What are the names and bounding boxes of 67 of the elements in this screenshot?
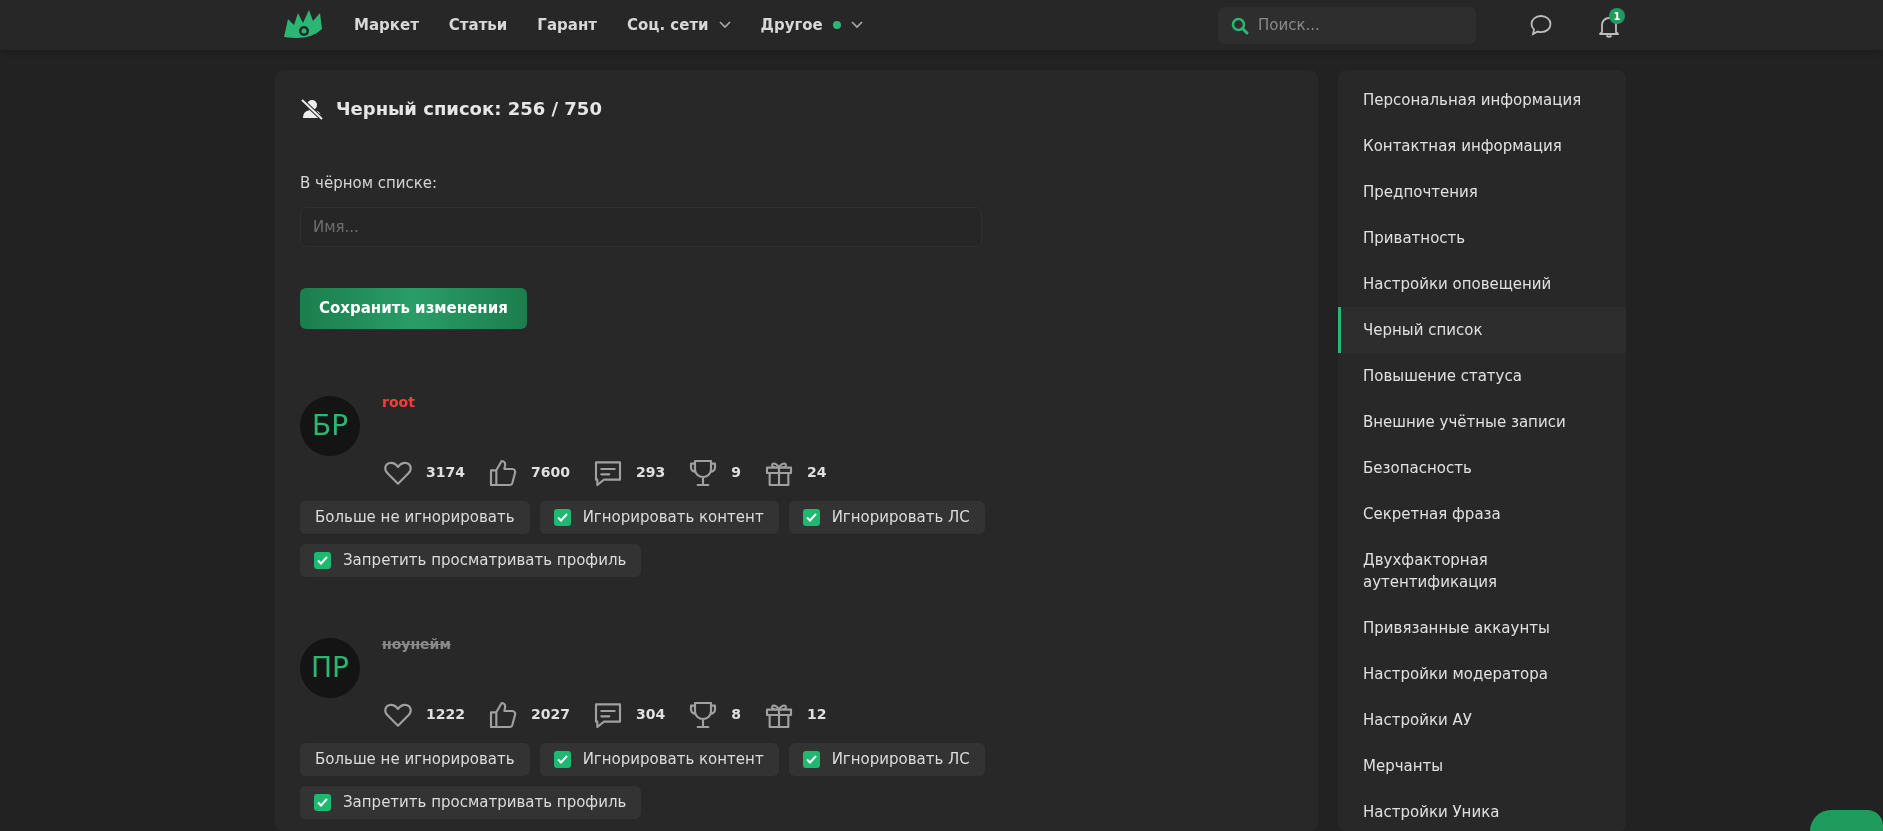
sidebar-item[interactable]: Настройки оповещений (1338, 261, 1626, 307)
sidebar-item[interactable]: Черный список (1338, 307, 1626, 353)
sidebar-item[interactable]: Привязанные аккаунты (1338, 605, 1626, 651)
unignore-button[interactable]: Больше не игнорировать (300, 500, 530, 534)
checkbox-option[interactable]: Игнорировать контент (539, 742, 779, 776)
unignore-button[interactable]: Больше не игнорировать (300, 742, 530, 776)
notification-count: 1 (1609, 8, 1625, 24)
nav-link[interactable]: Гарант (537, 13, 597, 37)
stat-count: 7600 (530, 463, 570, 482)
sidebar-item[interactable]: Внешние учётные записи (1338, 399, 1626, 445)
stat-count: 293 (635, 463, 666, 482)
sidebar-item[interactable]: Контактная информация (1338, 123, 1626, 169)
check-icon (317, 555, 328, 565)
user-blocked-icon (300, 97, 324, 120)
checkbox[interactable] (553, 508, 571, 526)
sidebar-item[interactable]: Двухфакторная аутентификация (1338, 537, 1626, 605)
chat-bubble-icon[interactable] (1529, 14, 1553, 36)
name-input-field[interactable]: Имя... (300, 206, 982, 247)
nav-link[interactable]: Статьи (448, 13, 508, 37)
nav-dropdown[interactable]: Другое (760, 13, 863, 37)
checkbox-option[interactable]: Запретить просматривать профиль (300, 543, 642, 577)
checkbox[interactable] (314, 551, 331, 569)
sidebar-item[interactable]: Настройки АУ (1338, 697, 1626, 743)
chevron-down-icon (718, 21, 731, 29)
search-icon (1231, 16, 1249, 35)
nav-dropdown[interactable]: Соц. сети (626, 13, 731, 37)
chevron-down-icon (850, 21, 863, 29)
sidebar-item[interactable]: Повышение статуса (1338, 353, 1626, 399)
avatar[interactable]: БР (300, 395, 360, 456)
stat-count: 304 (635, 705, 666, 724)
sidebar-item[interactable]: Настройки Уника (1338, 789, 1626, 831)
nav-link[interactable]: Маркет (354, 13, 419, 37)
save-changes-button[interactable]: Сохранить изменения (300, 287, 527, 329)
panel-title: Черный список: 256 / 750 (336, 97, 602, 121)
search-field[interactable]: Поиск... (1218, 6, 1476, 44)
stat-count: 9 (731, 463, 741, 482)
check-icon (556, 754, 568, 764)
sidebar-item[interactable]: Предпочтения (1338, 169, 1626, 215)
checkbox[interactable] (553, 750, 571, 768)
stat-count: 3174 (426, 463, 465, 482)
sidebar-item[interactable]: Секретная фраза (1338, 491, 1626, 537)
check-icon (805, 754, 817, 764)
avatar[interactable]: ПР (300, 637, 360, 698)
stat-count: 8 (731, 705, 741, 724)
check-icon (556, 512, 568, 522)
sidebar-item[interactable]: Настройки модератора (1338, 651, 1626, 697)
sidebar-item[interactable]: Приватность (1338, 215, 1626, 261)
check-icon (317, 797, 328, 807)
checkbox-option[interactable]: Игнорировать ЛС (788, 742, 985, 776)
checkbox-option[interactable]: Игнорировать ЛС (788, 500, 985, 534)
field-label: В чёрном списке: (300, 173, 439, 194)
stat-count: 24 (806, 463, 827, 482)
sidebar-item[interactable]: Персональная информация (1338, 77, 1626, 123)
checkbox[interactable] (802, 750, 820, 768)
username-link[interactable]: root (382, 391, 415, 413)
check-icon (805, 512, 817, 522)
stat-count: 2027 (530, 705, 570, 724)
sidebar-item[interactable]: Мерчанты (1338, 743, 1626, 789)
checkbox-option[interactable]: Игнорировать контент (539, 500, 779, 534)
checkbox-option[interactable]: Запретить просматривать профиль (300, 785, 642, 819)
floating-action-button[interactable] (1810, 810, 1883, 831)
stat-count: 1222 (426, 705, 465, 724)
checkbox[interactable] (314, 793, 331, 811)
sidebar-item[interactable]: Безопасность (1338, 445, 1626, 491)
username-link[interactable]: ноунейм (382, 633, 451, 655)
checkbox[interactable] (802, 508, 820, 526)
stat-count: 12 (806, 705, 827, 724)
